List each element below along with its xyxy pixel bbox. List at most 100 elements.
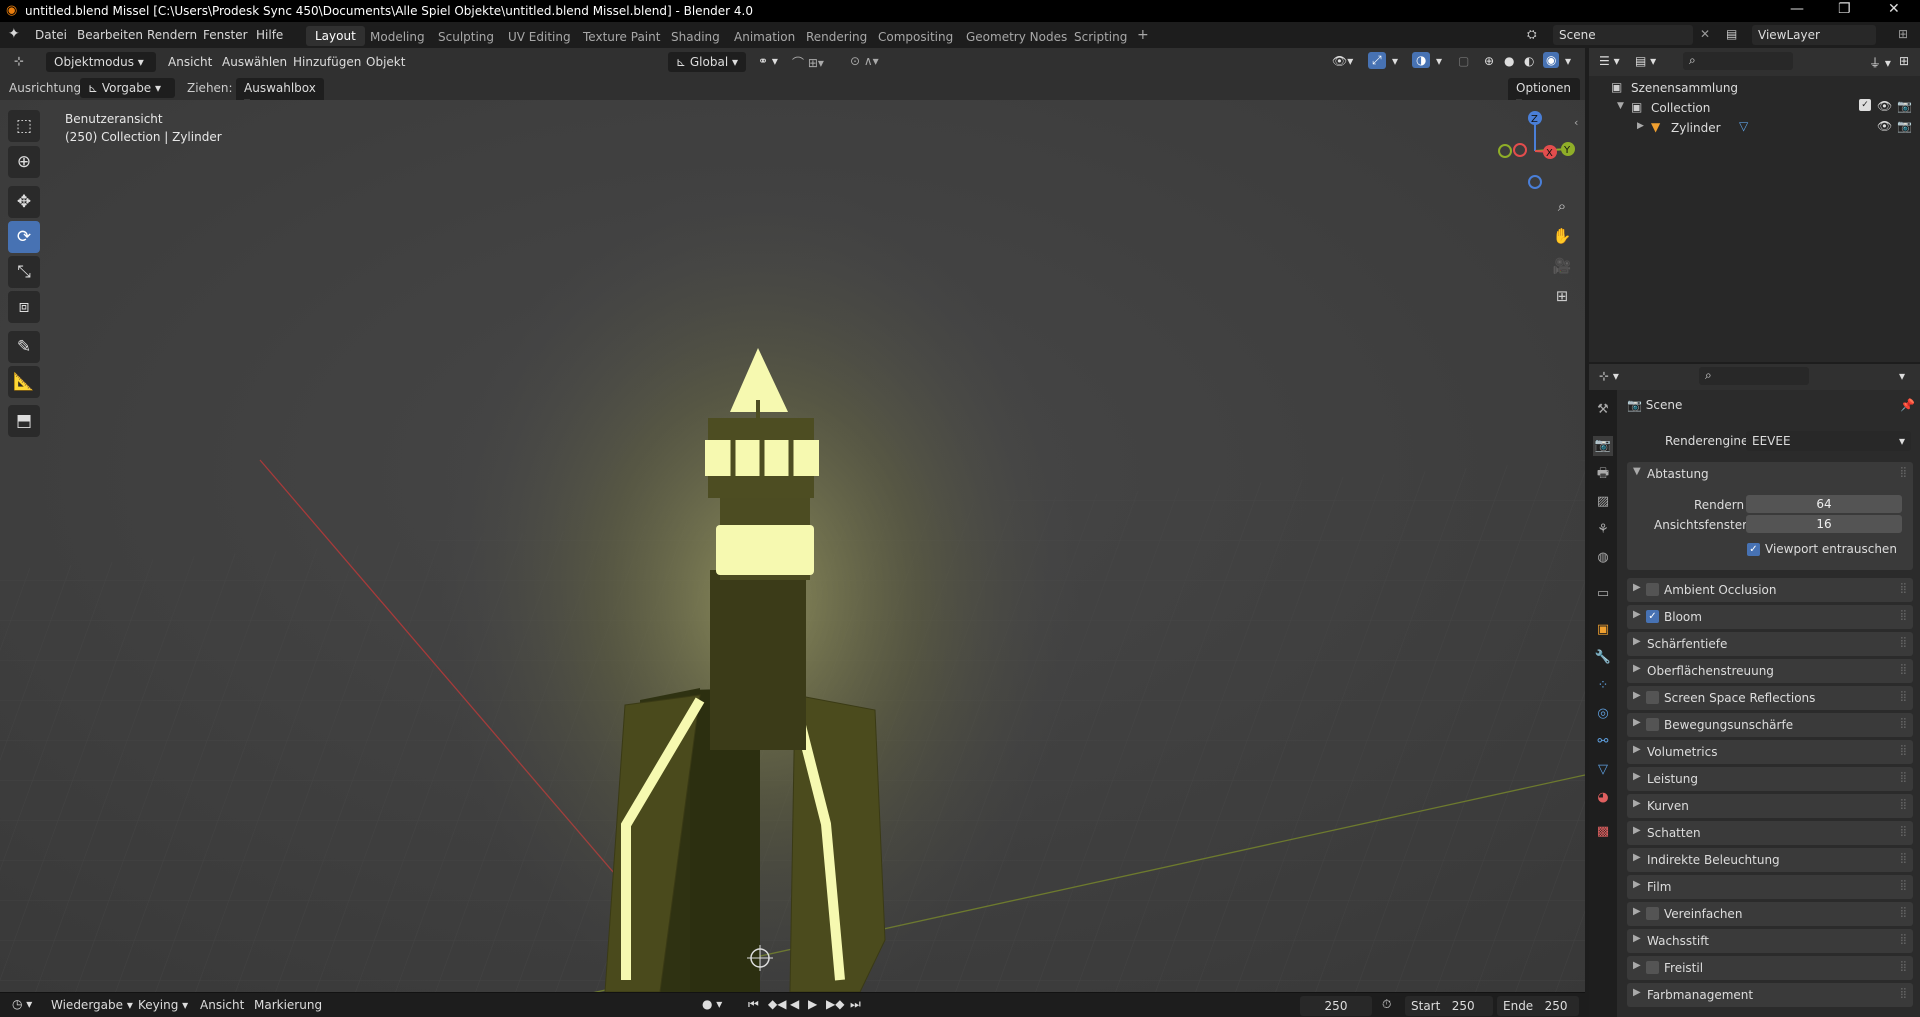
select-box-tool[interactable]: ⬚ bbox=[8, 110, 40, 142]
panel-screen-space-reflections[interactable]: ▶ Screen Space Reflections ⣿ bbox=[1627, 686, 1913, 710]
constraints-tab-icon[interactable]: ⚯ bbox=[1593, 732, 1613, 752]
move-tool[interactable]: ✥ bbox=[8, 186, 40, 218]
viewport-samples-field[interactable]: 16 bbox=[1746, 515, 1902, 533]
panel-leistung[interactable]: ▶ Leistung ⣿ bbox=[1627, 767, 1913, 791]
timeline-view-menu[interactable]: Ansicht bbox=[200, 998, 244, 1012]
start-frame-field[interactable]: Start 250 bbox=[1405, 996, 1493, 1016]
chevron-right-icon[interactable]: ▶ bbox=[1633, 933, 1641, 944]
prev-keyframe-icon[interactable]: ◆◀ bbox=[768, 997, 786, 1011]
minimize-button[interactable]: — bbox=[1790, 1, 1804, 17]
navigation-gizmo[interactable]: Z Y X bbox=[1490, 106, 1580, 196]
editor-type-icon[interactable]: ⊹ bbox=[14, 54, 24, 68]
properties-search-input[interactable]: ⌕ bbox=[1699, 367, 1809, 385]
drag-grip-icon[interactable]: ⣿ bbox=[1900, 772, 1907, 783]
pivot-icon[interactable]: ⚭ ▾ bbox=[758, 54, 778, 68]
visibility-eye-icon[interactable]: 👁 bbox=[1877, 99, 1892, 113]
chevron-right-icon[interactable]: ▶ bbox=[1633, 960, 1641, 971]
mesh-data-icon[interactable]: ▽ bbox=[1739, 119, 1748, 133]
ortho-grid-icon[interactable]: ⊞ bbox=[1548, 282, 1576, 310]
tab-rendering[interactable]: Rendering bbox=[806, 30, 867, 44]
scene-tab-icon[interactable]: ⚘ bbox=[1593, 520, 1613, 540]
panel-checkbox[interactable] bbox=[1646, 691, 1659, 704]
keying-menu[interactable]: Keying ▾ bbox=[138, 998, 188, 1012]
chevron-right-icon[interactable]: ▶ bbox=[1633, 690, 1641, 701]
properties-editor-icon[interactable]: ⊹ ▾ bbox=[1599, 369, 1619, 383]
outliner-row-scene-collection[interactable]: ▣ Szenensammlung bbox=[1589, 78, 1920, 98]
panel-kurven[interactable]: ▶ Kurven ⣿ bbox=[1627, 794, 1913, 818]
filter-icon[interactable]: ⏚ ▾ bbox=[1869, 54, 1891, 71]
annotate-tool[interactable]: ✎ bbox=[8, 331, 40, 363]
viewlayer-add-icon[interactable]: ⊞ bbox=[1898, 27, 1908, 41]
texture-tab-icon[interactable]: ▩ bbox=[1593, 822, 1613, 842]
transform-orientation-dropdown[interactable]: ⊾ Global ▾ bbox=[668, 52, 746, 72]
expand-arrow-icon[interactable]: ▼ bbox=[1617, 101, 1624, 111]
viewlayer-selector[interactable]: ViewLayer bbox=[1752, 25, 1876, 45]
particles-tab-icon[interactable]: ⁘ bbox=[1593, 676, 1613, 696]
sidebar-toggle-icon[interactable]: ‹ bbox=[1574, 116, 1578, 129]
drag-grip-icon[interactable]: ⣿ bbox=[1900, 961, 1907, 972]
pan-hand-icon[interactable]: ✋ bbox=[1548, 222, 1576, 250]
panel-indirekte-beleuchtung[interactable]: ▶ Indirekte Beleuchtung ⣿ bbox=[1627, 848, 1913, 872]
cursor-tool[interactable]: ⊕ bbox=[8, 146, 40, 178]
panel-film[interactable]: ▶ Film ⣿ bbox=[1627, 875, 1913, 899]
menu-object[interactable]: Objekt bbox=[366, 55, 405, 69]
chevron-right-icon[interactable]: ▶ bbox=[1633, 987, 1641, 998]
panel-volumetrics[interactable]: ▶ Volumetrics ⣿ bbox=[1627, 740, 1913, 764]
3d-viewport[interactable] bbox=[0, 100, 1585, 992]
collection-tab-icon[interactable]: ▭ bbox=[1593, 584, 1613, 604]
play-icon[interactable]: ▶ bbox=[808, 997, 817, 1011]
chevron-right-icon[interactable]: ▶ bbox=[1633, 771, 1641, 782]
proportional-edit-icon[interactable]: ⊙ ∧▾ bbox=[850, 54, 879, 68]
rendered-shading-icon[interactable]: ◉ bbox=[1543, 52, 1560, 68]
drag-grip-icon[interactable]: ⣿ bbox=[1900, 691, 1907, 702]
panel-schärfentiefe[interactable]: ▶ Schärfentiefe ⣿ bbox=[1627, 632, 1913, 656]
material-tab-icon[interactable]: ◕ bbox=[1593, 788, 1613, 808]
tab-compositing[interactable]: Compositing bbox=[878, 30, 953, 44]
chevron-right-icon[interactable]: ▶ bbox=[1633, 582, 1641, 593]
tab-shading[interactable]: Shading bbox=[671, 30, 720, 44]
menu-render[interactable]: Rendern bbox=[147, 28, 197, 42]
menu-add[interactable]: Hinzufügen bbox=[293, 55, 361, 69]
drag-grip-icon[interactable]: ⣿ bbox=[1900, 853, 1907, 864]
denoise-checkbox[interactable]: ✓ bbox=[1747, 543, 1760, 556]
drag-grip-icon[interactable]: ⣿ bbox=[1900, 799, 1907, 810]
menu-file[interactable]: Datei bbox=[35, 28, 67, 42]
xray-icon[interactable]: ▢ bbox=[1458, 54, 1469, 68]
data-tab-icon[interactable]: ▽ bbox=[1593, 760, 1613, 780]
menu-edit[interactable]: Bearbeiten bbox=[77, 28, 143, 42]
orientation-dropdown[interactable]: ⊾ Vorgabe ▾ bbox=[80, 78, 175, 98]
physics-tab-icon[interactable]: ◎ bbox=[1593, 704, 1613, 724]
modifier-tab-icon[interactable]: 🔧 bbox=[1593, 648, 1613, 668]
add-cube-tool[interactable]: ⬒ bbox=[8, 405, 40, 437]
panel-ambient-occlusion[interactable]: ▶ Ambient Occlusion ⣿ bbox=[1627, 578, 1913, 602]
new-collection-icon[interactable]: ⊞ bbox=[1899, 54, 1909, 68]
drag-grip-icon[interactable]: ⣿ bbox=[1900, 610, 1907, 621]
world-tab-icon[interactable]: ◍ bbox=[1593, 548, 1613, 568]
gizmo-toggle-icon[interactable]: ⤢ bbox=[1368, 52, 1386, 69]
panel-checkbox[interactable] bbox=[1646, 907, 1659, 920]
snap-icon[interactable]: ⌒ ⊞▾ bbox=[792, 54, 824, 71]
panel-schatten[interactable]: ▶ Schatten ⣿ bbox=[1627, 821, 1913, 845]
close-window-button[interactable]: ✕ bbox=[1888, 1, 1900, 17]
chevron-right-icon[interactable]: ▶ bbox=[1633, 879, 1641, 890]
drag-grip-icon[interactable]: ⣿ bbox=[1900, 637, 1907, 648]
menu-view[interactable]: Ansicht bbox=[168, 55, 212, 69]
chevron-right-icon[interactable]: ▶ bbox=[1633, 825, 1641, 836]
blender-menu-icon[interactable]: ✦ bbox=[8, 26, 20, 42]
drag-grip-icon[interactable]: ⣿ bbox=[1900, 664, 1907, 675]
wireframe-shading-icon[interactable]: ⊕ bbox=[1484, 54, 1494, 68]
scene-close-icon[interactable]: ✕ bbox=[1700, 27, 1710, 41]
scale-tool[interactable]: ⤡ bbox=[8, 256, 40, 288]
object-tab-icon[interactable]: ▣ bbox=[1593, 620, 1613, 640]
drag-grip-icon[interactable]: ⣿ bbox=[1900, 745, 1907, 756]
chevron-right-icon[interactable]: ▶ bbox=[1633, 906, 1641, 917]
current-frame-field[interactable]: 250 bbox=[1300, 996, 1372, 1016]
mode-dropdown[interactable]: Objektmodus ▾ bbox=[46, 52, 156, 72]
drag-grip-icon[interactable]: ⣿ bbox=[1900, 934, 1907, 945]
panel-oberflächenstreuung[interactable]: ▶ Oberflächenstreuung ⣿ bbox=[1627, 659, 1913, 683]
display-mode-icon[interactable]: ▤ ▾ bbox=[1635, 54, 1656, 68]
camera-view-icon[interactable]: 🎥 bbox=[1548, 252, 1576, 280]
jump-end-icon[interactable]: ⏭ bbox=[850, 997, 861, 1012]
view-layer-tab-icon[interactable]: ▨ bbox=[1593, 492, 1613, 512]
material-shading-icon[interactable]: ◐ bbox=[1524, 54, 1534, 68]
